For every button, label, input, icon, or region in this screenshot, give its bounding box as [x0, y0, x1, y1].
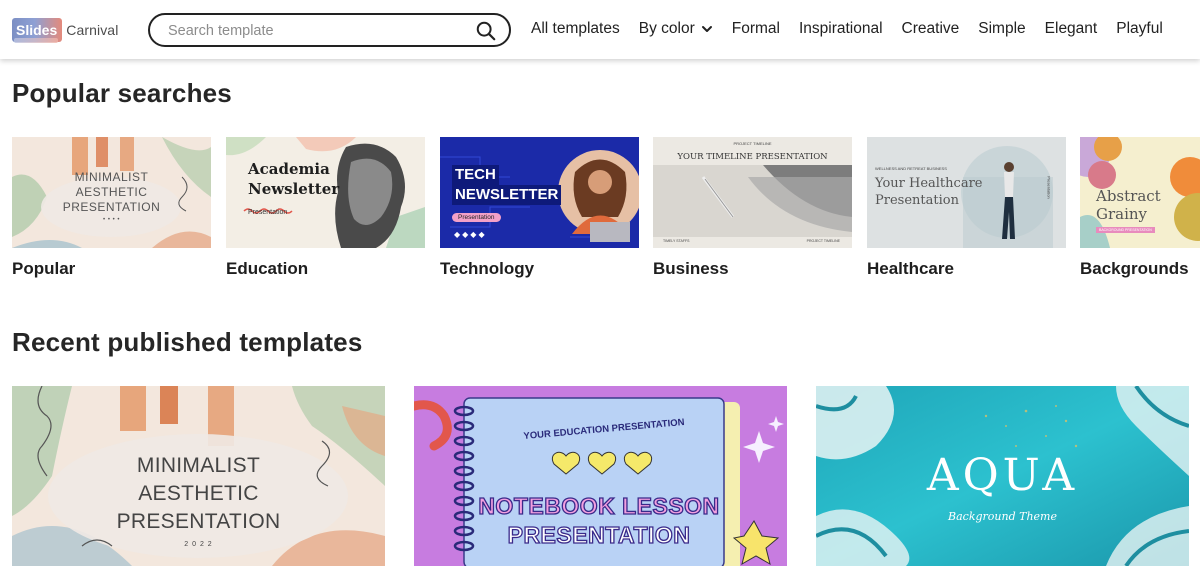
template-thumbnail: MINIMALIST AESTHETIC PRESENTATION • • • …	[12, 137, 211, 248]
recent-template-card[interactable]: MINIMALIST AESTHETIC PRESENTATION 2 0 2 …	[12, 386, 385, 566]
nav-creative[interactable]: Creative	[902, 20, 960, 38]
nav-label: Simple	[978, 20, 1026, 37]
logo-badge: Slides	[12, 18, 63, 43]
thumb-sub: BACKGROUND PRESENTATION	[1096, 227, 1155, 233]
popular-searches-row: MINIMALIST AESTHETIC PRESENTATION • • • …	[12, 137, 1200, 287]
card-label: Business	[653, 259, 729, 278]
search-input[interactable]	[168, 21, 468, 41]
nav-inspirational[interactable]: Inspirational	[799, 20, 883, 38]
top-header: Slides Carnival All templates By color F…	[0, 0, 1200, 59]
popular-card[interactable]: MINIMALIST AESTHETIC PRESENTATION • • • …	[12, 137, 211, 279]
logo-text: Carnival	[66, 22, 119, 38]
thumb-dots: ◆◆◆◆	[454, 230, 487, 239]
thumb-line1: Your Healthcare	[875, 176, 983, 191]
nav-label: All templates	[531, 20, 620, 37]
card-title-line2: AESTHETIC	[138, 482, 259, 505]
nav-label: Playful	[1116, 20, 1163, 37]
main-nav: All templates By color Formal Inspiratio…	[531, 20, 1163, 38]
thumb-top: PROJECT TIMELINE	[733, 141, 772, 146]
nav-formal[interactable]: Formal	[732, 20, 780, 38]
nav-elegant[interactable]: Elegant	[1045, 20, 1098, 38]
thumb-line2: Presentation	[875, 193, 959, 208]
recent-templates-row: MINIMALIST AESTHETIC PRESENTATION 2 0 2 …	[12, 386, 1200, 566]
backgrounds-card[interactable]: Abstract Grainy BACKGROUND PRESENTATION …	[1080, 137, 1200, 279]
thumb-line1: MINIMALIST	[74, 170, 149, 184]
recent-template-card[interactable]: YOUR EDUCATION PRESENTATION NOTEBOOK LES…	[414, 386, 787, 566]
technology-card[interactable]: TECH NEWSLETTER Presentation ◆◆◆◆ Techno…	[440, 137, 639, 279]
nav-all-templates[interactable]: All templates	[531, 20, 620, 38]
card-label: Backgrounds	[1080, 259, 1189, 278]
thumb-dots: • • • •	[103, 217, 120, 223]
thumb-line3: PRESENTATION	[62, 200, 161, 214]
thumb-line2: Grainy	[1096, 205, 1148, 223]
healthcare-card[interactable]: WELLNESS AND RETREAT BUSINESS Your Healt…	[867, 137, 1066, 279]
card-year: 2 0 2 2	[184, 541, 213, 548]
template-thumbnail: Academia Newsletter Presentation	[226, 137, 425, 248]
nav-playful[interactable]: Playful	[1116, 20, 1163, 38]
nav-label: Creative	[901, 20, 960, 37]
thumb-sub: Presentation	[248, 209, 288, 216]
card-title-line2: PRESENTATION	[507, 521, 691, 548]
nav-label: By color	[638, 20, 695, 37]
search-box	[148, 13, 511, 47]
thumb-line1: Abstract	[1096, 187, 1161, 205]
search-icon[interactable]	[475, 20, 497, 42]
template-thumbnail: PROJECT TIMELINE YOUR TIMELINE PRESENTAT…	[653, 137, 852, 248]
thumb-top: WELLNESS AND RETREAT BUSINESS	[875, 166, 947, 171]
thumb-line1: YOUR TIMELINE PRESENTATION	[677, 152, 828, 162]
recent-template-card[interactable]: AQUA Background Theme	[816, 386, 1189, 566]
card-title-line1: AQUA	[926, 450, 1079, 501]
template-thumbnail: WELLNESS AND RETREAT BUSINESS Your Healt…	[867, 137, 1066, 248]
card-title-line1: MINIMALIST	[136, 454, 261, 477]
card-title-line3: PRESENTATION	[116, 510, 281, 533]
thumb-sub: Presentation	[452, 213, 501, 222]
nav-label: Inspirational	[798, 20, 883, 37]
recent-templates-title: Recent published templates	[12, 327, 363, 357]
card-label: Technology	[440, 259, 535, 278]
card-label: Popular	[12, 259, 76, 278]
nav-simple[interactable]: Simple	[978, 20, 1025, 38]
popular-searches-title: Popular searches	[12, 78, 232, 108]
thumb-foot-left: TIMELY STAFFS	[663, 239, 690, 243]
education-card[interactable]: Academia Newsletter Presentation Educati…	[226, 137, 425, 279]
thumb-line2: Newsletter	[248, 180, 340, 198]
thumb-foot-right: PROJECT TIMELINE	[806, 239, 840, 243]
chevron-down-icon	[701, 26, 712, 32]
thumb-line2: NEWSLETTER	[452, 185, 562, 205]
thumb-line1: Academia	[248, 160, 330, 178]
nav-label: Elegant	[1044, 20, 1098, 37]
card-title-line2: Background Theme	[948, 510, 1057, 523]
nav-label: Formal	[731, 20, 780, 37]
slidescarnival-logo[interactable]: Slides Carnival	[12, 17, 118, 43]
card-label: Healthcare	[867, 259, 954, 278]
template-thumbnail: TECH NEWSLETTER Presentation ◆◆◆◆	[440, 137, 639, 248]
thumb-side: Presentation	[1046, 176, 1052, 199]
card-label: Education	[226, 259, 309, 278]
card-title-line1: NOTEBOOK LESSON	[478, 492, 720, 519]
template-thumbnail: Abstract Grainy BACKGROUND PRESENTATION	[1080, 137, 1200, 248]
nav-by-color[interactable]: By color	[639, 20, 713, 38]
thumb-line1: TECH	[452, 165, 499, 185]
business-card[interactable]: PROJECT TIMELINE YOUR TIMELINE PRESENTAT…	[653, 137, 852, 279]
thumb-line2: AESTHETIC	[75, 185, 148, 199]
